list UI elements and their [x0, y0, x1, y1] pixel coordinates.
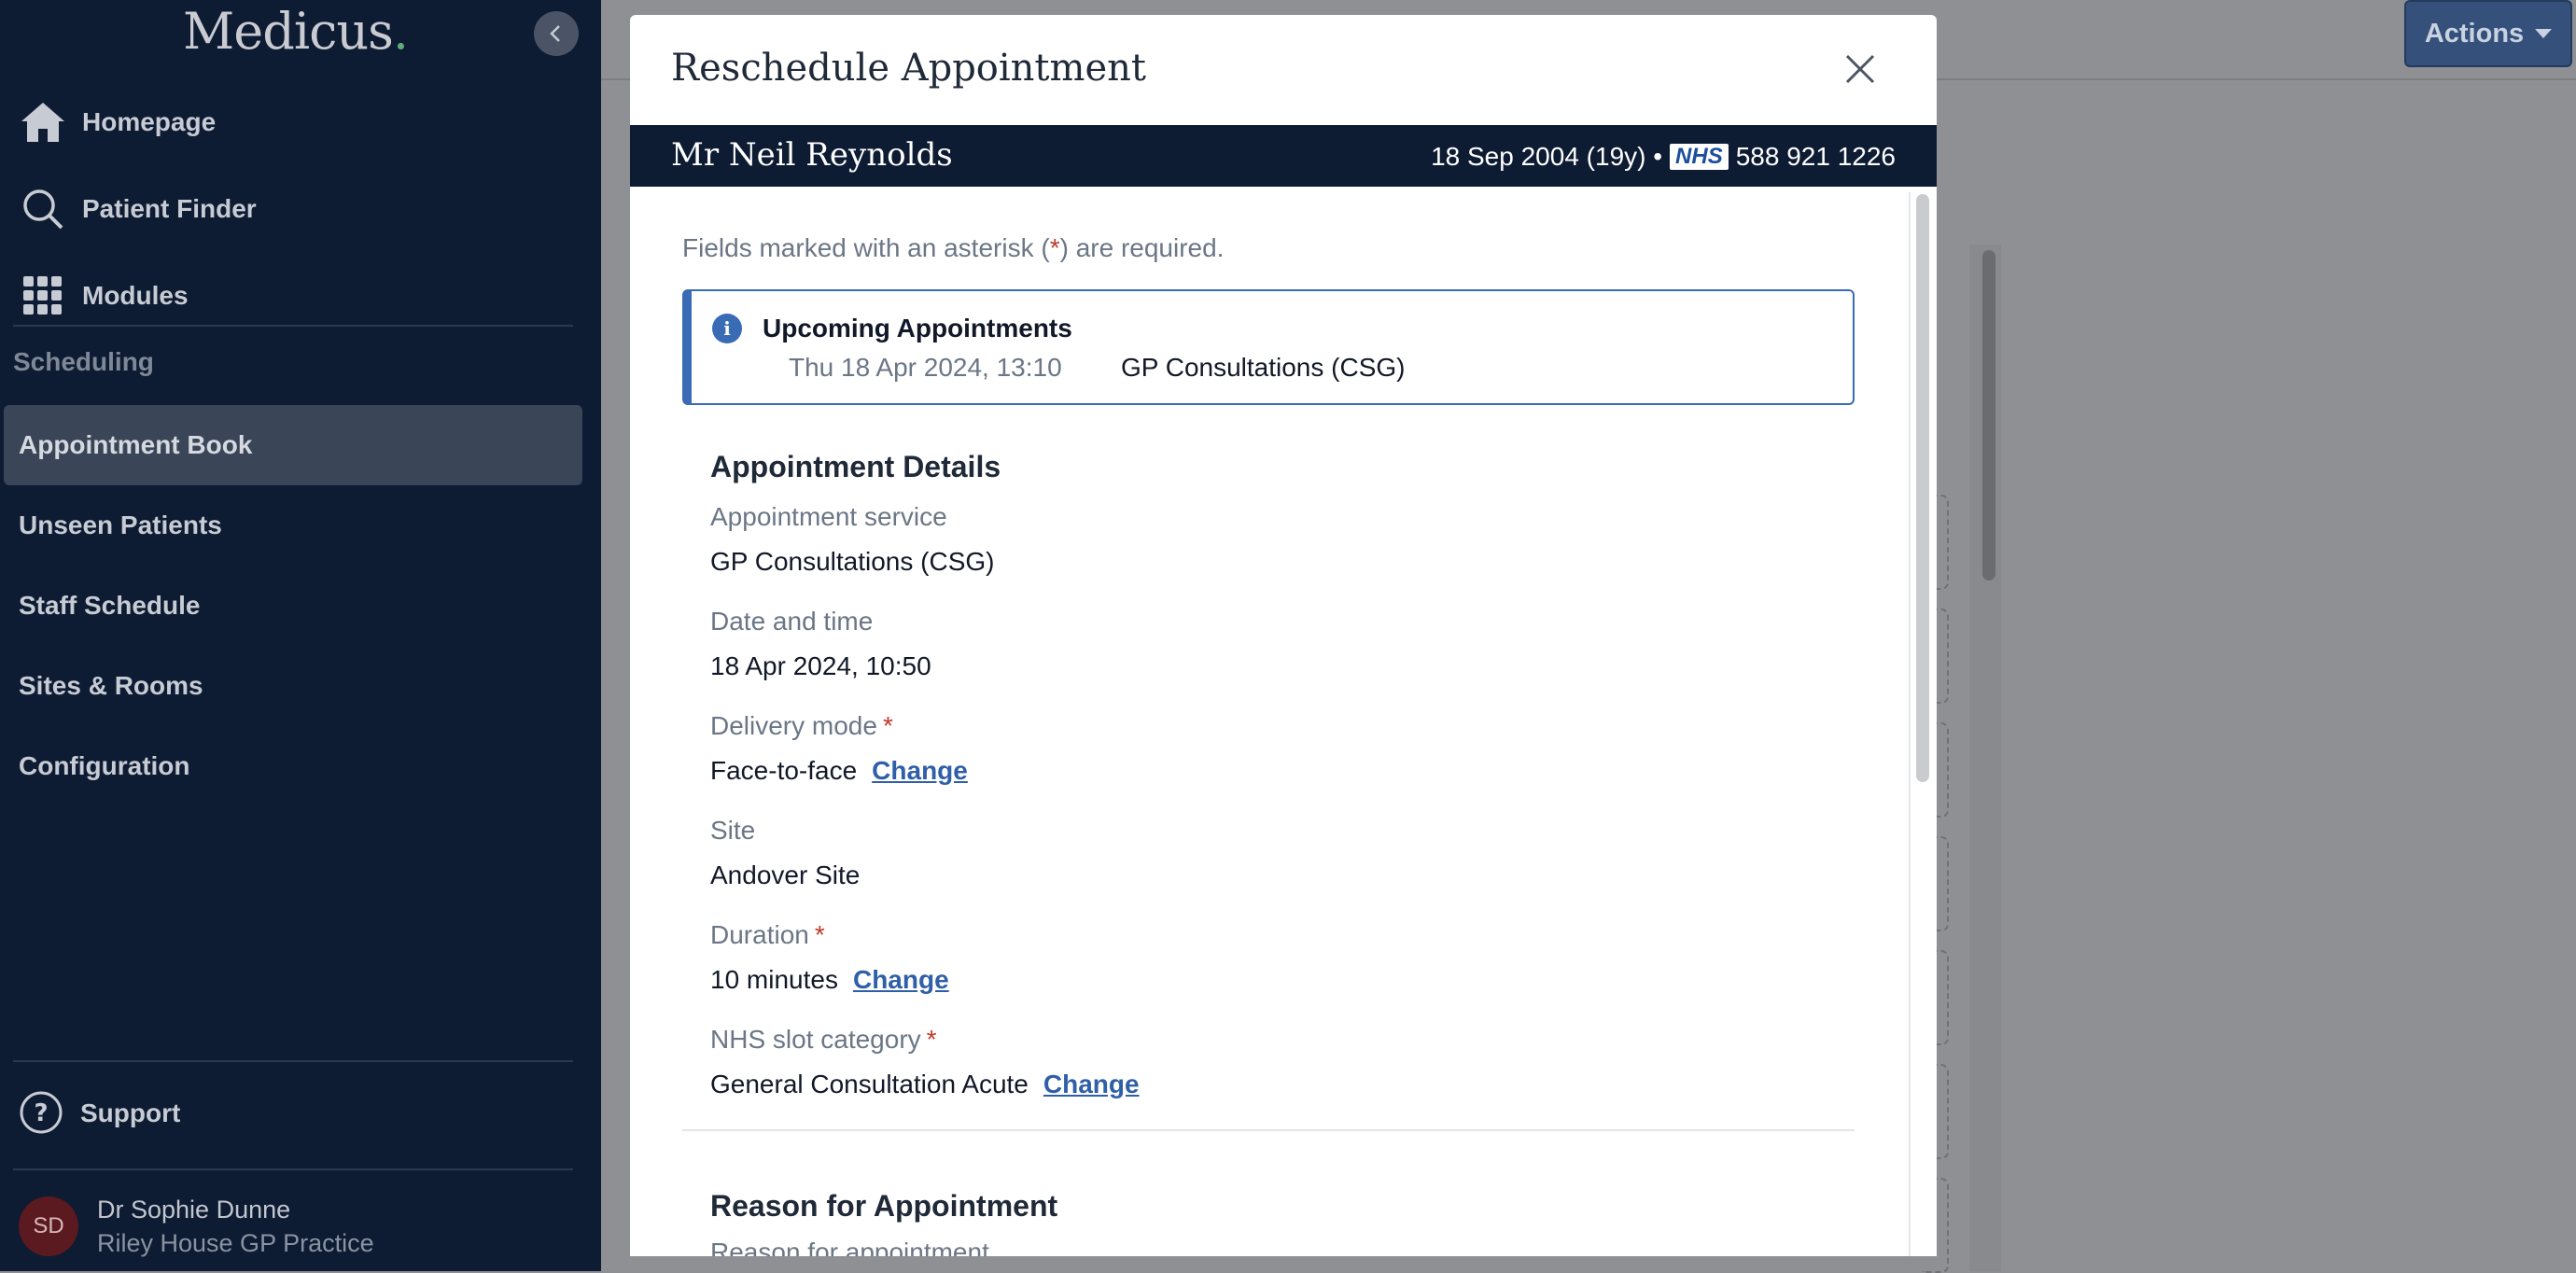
scheduling-nav: Appointment Book Unseen Patients Staff S… — [4, 405, 582, 806]
user-profile[interactable]: SD Dr Sophie Dunne Riley House GP Practi… — [19, 1193, 374, 1260]
modal-title: Reschedule Appointment — [671, 47, 1146, 90]
site-label: Site — [710, 816, 756, 845]
help-icon: ? — [19, 1090, 65, 1137]
nav-configuration[interactable]: Configuration — [4, 726, 582, 806]
home-icon — [19, 98, 67, 147]
site-value: Andover Site — [710, 860, 861, 889]
collapse-sidebar-button[interactable] — [534, 11, 579, 56]
user-practice: Riley House GP Practice — [97, 1229, 374, 1257]
close-icon — [1845, 54, 1875, 84]
patient-name: Mr Neil Reynolds — [671, 136, 953, 174]
chevron-left-icon — [550, 25, 560, 42]
slot-category-label: NHS slot category * — [710, 1025, 937, 1054]
duration-label: Duration * — [710, 920, 825, 949]
svg-text:?: ? — [34, 1099, 48, 1127]
upcoming-date: Thu 18 Apr 2024, 13:10 — [789, 353, 1062, 382]
grid-icon — [19, 272, 67, 320]
nhs-logo: NHS — [1670, 144, 1729, 170]
app-logo[interactable]: Medicus. — [183, 2, 409, 61]
user-name: Dr Sophie Dunne — [97, 1196, 291, 1224]
sidebar-divider — [13, 1060, 573, 1062]
delivery-mode-value: Face-to-face Change — [710, 756, 968, 786]
section-divider — [682, 1129, 1855, 1131]
upcoming-title: Upcoming Appointments — [763, 314, 1072, 343]
nav-homepage[interactable]: Homepage — [0, 78, 601, 165]
sidebar: Medicus. Homepage Patient Finder Modules… — [0, 0, 601, 1271]
datetime-value: 18 Apr 2024, 10:50 — [710, 651, 931, 680]
nav-support[interactable]: ? Support — [19, 1090, 180, 1137]
service-value: GP Consultations (CSG) — [710, 547, 995, 576]
patient-info: 18 Sep 2004 (19y) • NHS 588 921 1226 — [1431, 142, 1896, 172]
avatar: SD — [19, 1196, 78, 1256]
actions-button[interactable]: Actions — [2404, 0, 2572, 67]
nav-appointment-book[interactable]: Appointment Book — [4, 405, 582, 485]
main-nav: Homepage Patient Finder Modules — [0, 78, 601, 339]
patient-banner: Mr Neil Reynolds 18 Sep 2004 (19y) • NHS… — [630, 125, 1937, 187]
info-icon: i — [712, 314, 742, 343]
close-button[interactable] — [1840, 49, 1881, 90]
change-delivery-mode-link[interactable]: Change — [872, 756, 968, 786]
nav-staff-schedule[interactable]: Staff Schedule — [4, 566, 582, 646]
service-label: Appointment service — [710, 502, 947, 531]
duration-value: 10 minutes Change — [710, 965, 949, 995]
sidebar-divider — [13, 325, 573, 327]
nhs-number: 588 921 1226 — [1735, 142, 1896, 171]
delivery-mode-label: Delivery mode * — [710, 711, 893, 740]
caret-down-icon — [2535, 29, 2553, 38]
modal-scrollbar[interactable] — [1916, 194, 1929, 782]
nav-sites-rooms[interactable]: Sites & Rooms — [4, 646, 582, 726]
modal-header: Reschedule Appointment — [630, 15, 1937, 125]
required-note: Fields marked with an asterisk (*) are r… — [682, 233, 1225, 262]
upcoming-appointments-box: i Upcoming Appointments Thu 18 Apr 2024,… — [682, 289, 1855, 405]
change-slot-category-link[interactable]: Change — [1043, 1070, 1140, 1099]
change-duration-link[interactable]: Change — [853, 965, 949, 995]
sidebar-divider — [13, 1168, 573, 1170]
reason-label: Reason for appointment — [710, 1238, 989, 1256]
reschedule-appointment-modal: Reschedule Appointment Mr Neil Reynolds … — [630, 15, 1937, 1256]
background-scrollbar[interactable] — [1982, 250, 1995, 581]
patient-dob: 18 Sep 2004 (19y) • — [1431, 142, 1663, 171]
search-icon — [19, 185, 67, 233]
section-label-scheduling: Scheduling — [13, 347, 154, 376]
appointment-details-title: Appointment Details — [710, 450, 1001, 483]
modal-body: Fields marked with an asterisk (*) are r… — [630, 187, 1937, 1256]
nav-patient-finder[interactable]: Patient Finder — [0, 165, 601, 252]
upcoming-service: GP Consultations (CSG) — [1121, 353, 1406, 382]
reason-title: Reason for Appointment — [710, 1189, 1058, 1223]
slot-category-value: General Consultation Acute Change — [710, 1070, 1140, 1099]
nav-unseen-patients[interactable]: Unseen Patients — [4, 485, 582, 566]
datetime-label: Date and time — [710, 607, 874, 636]
